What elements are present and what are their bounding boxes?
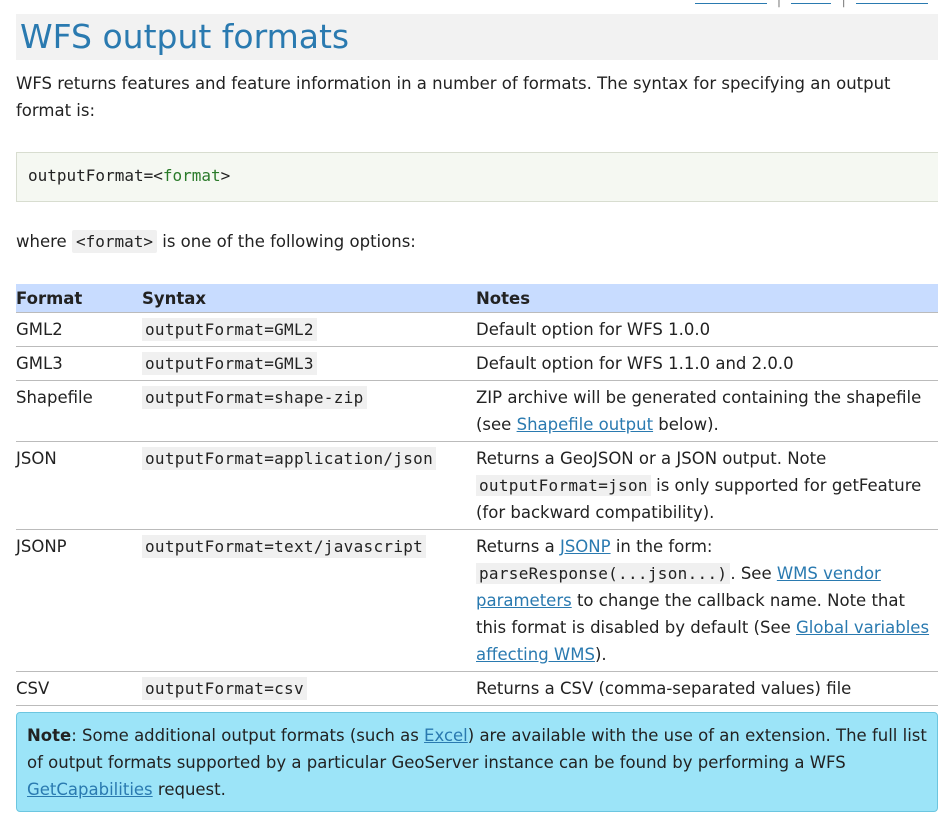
inline-code: parseResponse(...json...): [476, 563, 731, 584]
cell-format: CSV: [16, 671, 142, 706]
note-text: : Some additional output formats (such a…: [71, 726, 425, 745]
cell-syntax: outputFormat=application/json: [142, 447, 437, 470]
cell-notes: Returns a GeoJSON or a JSON output. Note…: [476, 441, 938, 530]
inline-code: outputFormat=json: [476, 475, 651, 496]
top-nav-link[interactable]: [856, 0, 928, 4]
cell-notes: Default option for WFS 1.0.0: [476, 312, 938, 347]
getcapabilities-link[interactable]: GetCapabilities: [27, 780, 153, 799]
notes-text: Returns a: [476, 537, 560, 556]
syntax-code-block: outputFormat=<format>: [16, 152, 938, 202]
note-label: Note: [27, 726, 72, 745]
table-row: Shapefile outputFormat=shape-zip ZIP arc…: [16, 380, 938, 442]
cell-format: JSON: [16, 441, 142, 530]
notes-text: ).: [594, 645, 607, 664]
cell-notes: Default option for WFS 1.1.0 and 2.0.0: [476, 346, 938, 381]
top-nav-links: | |: [685, 0, 938, 8]
table-row: JSONP outputFormat=text/javascript Retur…: [16, 529, 938, 672]
cell-notes: Returns a CSV (comma-separated values) f…: [476, 671, 938, 706]
notes-text: Returns a GeoJSON or a JSON output. Note: [476, 449, 827, 468]
top-nav-link[interactable]: [694, 0, 767, 4]
header-syntax: Syntax: [142, 284, 476, 313]
cell-syntax: outputFormat=GML2: [142, 318, 317, 341]
where-after: is one of the following options:: [162, 232, 416, 251]
notes-text: . See: [730, 564, 777, 583]
header-notes: Notes: [476, 284, 938, 313]
cell-syntax: outputFormat=csv: [142, 677, 307, 700]
code-lt: <: [153, 166, 163, 185]
table-header-row: Format Syntax Notes: [16, 284, 938, 313]
cell-syntax: outputFormat=shape-zip: [142, 386, 367, 409]
notes-text: in the form:: [610, 537, 713, 556]
header-format: Format: [16, 284, 142, 313]
code-prefix: outputFormat=: [28, 166, 154, 185]
note-box: Note: Some additional output formats (su…: [16, 712, 938, 812]
table-row: GML3 outputFormat=GML3 Default option fo…: [16, 346, 938, 381]
note-text: request.: [152, 780, 226, 799]
cell-notes: Returns a JSONP in the form: parseRespon…: [476, 529, 938, 672]
cell-format: GML3: [16, 346, 142, 381]
notes-text: below).: [653, 415, 719, 434]
table-row: CSV outputFormat=csv Returns a CSV (comm…: [16, 671, 938, 706]
cell-format: GML2: [16, 312, 142, 347]
code-gt: >: [220, 166, 231, 185]
where-before: where: [16, 232, 67, 251]
code-format: format: [162, 166, 221, 185]
where-paragraph: where <format> is one of the following o…: [16, 228, 416, 255]
intro-paragraph: WFS returns features and feature informa…: [16, 74, 891, 120]
top-nav-link[interactable]: [791, 0, 832, 4]
cell-syntax: outputFormat=GML3: [142, 352, 317, 375]
jsonp-link[interactable]: JSONP: [560, 537, 611, 556]
cell-format: JSONP: [16, 529, 142, 672]
page-title: WFS output formats: [16, 14, 938, 60]
cell-notes: ZIP archive will be generated containing…: [476, 380, 938, 442]
cell-format: Shapefile: [16, 380, 142, 442]
table-row: GML2 outputFormat=GML2 Default option fo…: [16, 312, 938, 347]
cell-syntax: outputFormat=text/javascript: [142, 535, 427, 558]
table-row: JSON outputFormat=application/json Retur…: [16, 441, 938, 530]
excel-link[interactable]: Excel: [424, 726, 468, 745]
shapefile-output-link[interactable]: Shapefile output: [517, 415, 653, 434]
formats-table: Format Syntax Notes GML2 outputFormat=GM…: [16, 284, 938, 706]
inline-code-format: <format>: [71, 230, 157, 253]
